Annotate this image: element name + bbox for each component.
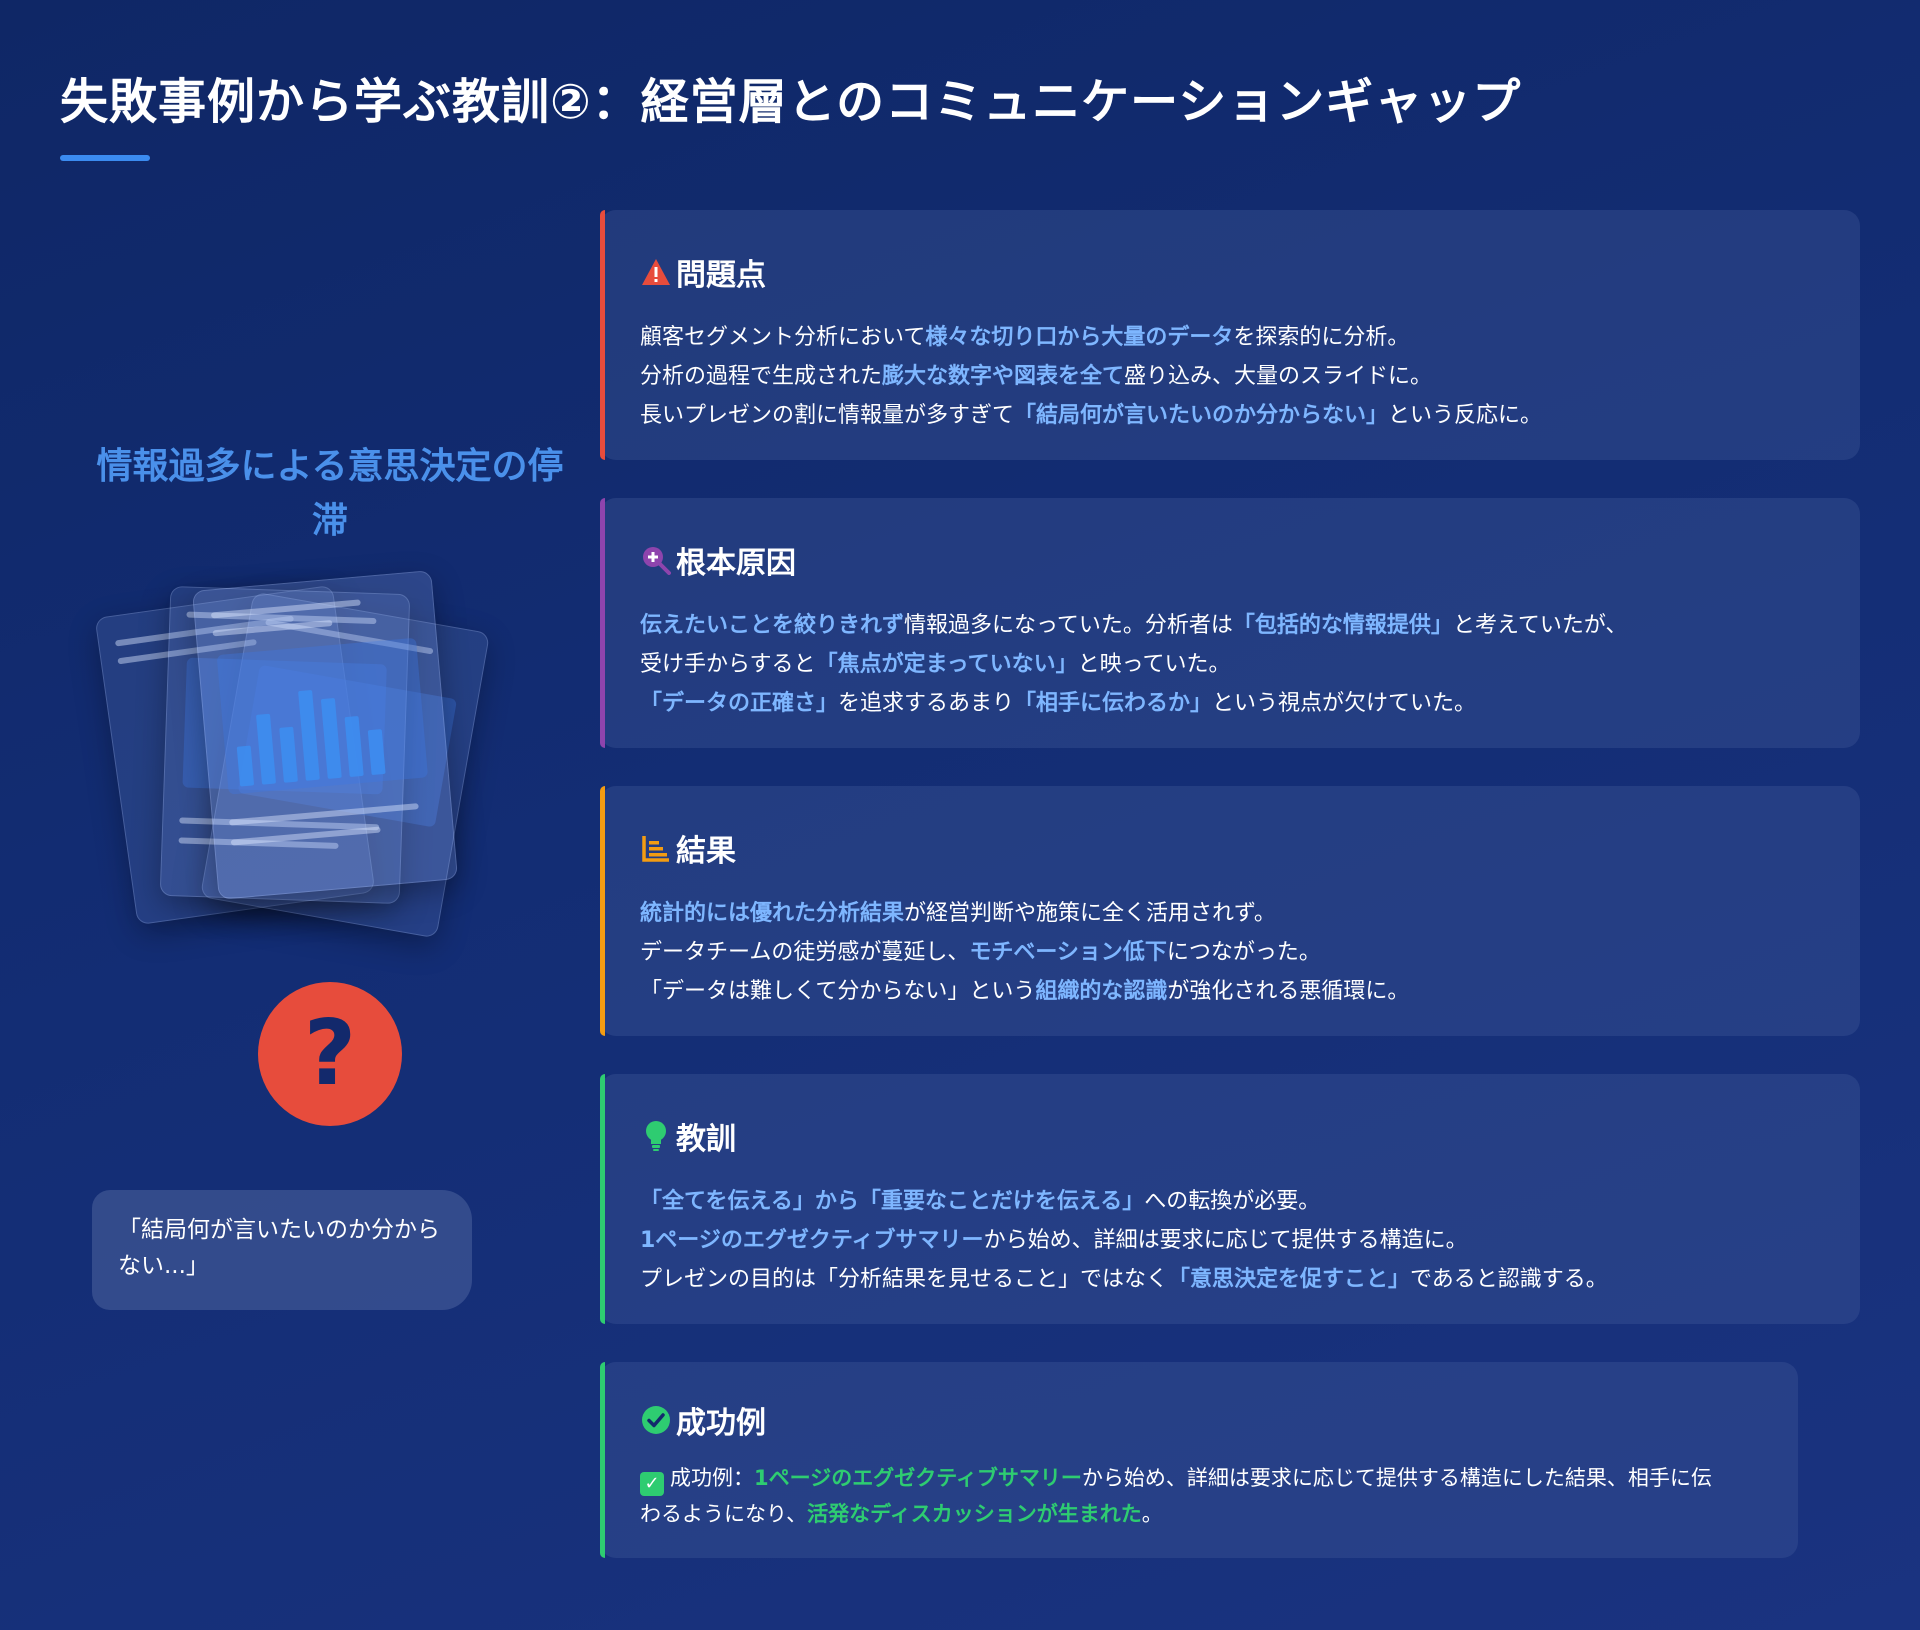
body-line: 顧客セグメント分析において様々な切り口から大量のデータを探索的に分析。 bbox=[640, 318, 1824, 357]
body-line: プレゼンの目的は「分析結果を見せること」ではなく「意思決定を促すこと」であると認… bbox=[640, 1260, 1824, 1299]
text: プレゼンの目的は「分析結果を見せること」ではなく bbox=[640, 1267, 1169, 1292]
text: につながった。 bbox=[1166, 940, 1321, 965]
doc-line bbox=[229, 803, 419, 826]
success-card-body: ✓ 成功例：1ページのエグゼクティブサマリーから始め、詳細は要求に応じて提供する構… bbox=[640, 1460, 1762, 1532]
problem-card-header: 問題点 bbox=[640, 250, 1824, 294]
result-card: 結果 統計的には優れた分析結果が経営判断や施策に全く活用されず。 データチームの… bbox=[600, 786, 1860, 1036]
text: 成功例： bbox=[670, 1466, 754, 1490]
quote-bubble: 「結局何が言いたいのか分からない...」 bbox=[92, 1190, 472, 1310]
text: 「データは難しくて分からない」という bbox=[640, 979, 1036, 1004]
checkbox-icon: ✓ bbox=[640, 1472, 664, 1496]
body-line: 統計的には優れた分析結果が経営判断や施策に全く活用されず。 bbox=[640, 894, 1824, 933]
title-underline bbox=[60, 155, 150, 161]
text: 分析の過程で生成された bbox=[640, 364, 883, 389]
problem-card-body: 顧客セグメント分析において様々な切り口から大量のデータを探索的に分析。 分析の過… bbox=[640, 318, 1824, 435]
doc-line bbox=[230, 826, 381, 846]
warning-icon bbox=[640, 256, 672, 288]
text: 受け手からすると bbox=[640, 652, 816, 677]
success-card-header: 成功例 bbox=[640, 1398, 1762, 1442]
document-stack-illustration bbox=[94, 570, 491, 940]
result-card-title: 結果 bbox=[676, 834, 736, 869]
highlight-text: モチベーション低下 bbox=[969, 940, 1167, 965]
text: 顧客セグメント分析において bbox=[640, 325, 926, 350]
highlight-text: 膨大な数字や図表を全て bbox=[882, 364, 1125, 389]
question-mark-icon: ? bbox=[258, 982, 402, 1126]
root-cause-card-body: 伝えたいことを絞りきれず情報過多になっていた。分析者は「包括的な情報提供」と考え… bbox=[640, 606, 1824, 723]
text: と考えていたが、 bbox=[1452, 613, 1628, 638]
body-line: 1ページのエグゼクティブサマリーから始め、詳細は要求に応じて提供する構造に。 bbox=[640, 1221, 1824, 1260]
check-circle-icon bbox=[640, 1404, 672, 1436]
page-title: 失敗事例から学ぶ教訓②：経営層とのコミュニケーションギャップ bbox=[60, 74, 1522, 130]
highlight-text: 伝えたいことを絞りきれず bbox=[640, 613, 905, 638]
problem-card: 問題点 顧客セグメント分析において様々な切り口から大量のデータを探索的に分析。 … bbox=[600, 210, 1860, 460]
result-card-header: 結果 bbox=[640, 826, 1824, 870]
text: 盛り込み、大量のスライドに。 bbox=[1124, 364, 1433, 389]
text: データチームの徒労感が蔓延し、 bbox=[640, 940, 970, 965]
text: を探索的に分析。 bbox=[1233, 325, 1410, 350]
text: という反応に。 bbox=[1388, 403, 1543, 428]
success-card: 成功例 ✓ 成功例：1ページのエグゼクティブサマリーから始め、詳細は要求に応じて提… bbox=[600, 1362, 1798, 1558]
highlight-text: 「全てを伝える」から「重要なことだけを伝える」 bbox=[640, 1189, 1145, 1214]
problem-card-title: 問題点 bbox=[676, 258, 766, 293]
highlight-text: 統計的には優れた分析結果 bbox=[640, 901, 905, 926]
lesson-card-title: 教訓 bbox=[676, 1122, 736, 1157]
success-card-title: 成功例 bbox=[676, 1406, 766, 1441]
question-mark-glyph: ? bbox=[303, 1001, 357, 1106]
text: への転換が必要。 bbox=[1144, 1189, 1321, 1214]
highlight-text: 様々な切り口から大量のデータ bbox=[925, 325, 1234, 350]
text: という視点が欠けていた。 bbox=[1212, 691, 1477, 716]
root-cause-card: 根本原因 伝えたいことを絞りきれず情報過多になっていた。分析者は「包括的な情報提… bbox=[600, 498, 1860, 748]
text: から始め、詳細は要求に応じて提供する構造に。 bbox=[983, 1228, 1468, 1253]
highlight-text: 1ページのエグゼクティブサマリー bbox=[640, 1228, 984, 1253]
highlight-text: 「包括的な情報提供」 bbox=[1232, 613, 1453, 638]
left-heading: 情報過多による意思決定の停滞 bbox=[96, 446, 564, 541]
text: 長いプレゼンの割に情報量が多すぎて bbox=[640, 403, 1015, 428]
doc-card bbox=[191, 570, 459, 900]
text: が経営判断や施策に全く活用されず。 bbox=[904, 901, 1276, 926]
highlight-text: 組織的な認識 bbox=[1035, 979, 1168, 1004]
body-line: 「全てを伝える」から「重要なことだけを伝える」への転換が必要。 bbox=[640, 1182, 1824, 1221]
body-line: 伝えたいことを絞りきれず情報過多になっていた。分析者は「包括的な情報提供」と考え… bbox=[640, 606, 1824, 645]
text: と映っていた。 bbox=[1077, 652, 1231, 677]
text: 。 bbox=[1141, 1502, 1163, 1526]
doc-line bbox=[210, 599, 361, 619]
body-line: 「データは難しくて分からない」という組織的な認識が強化される悪循環に。 bbox=[640, 972, 1824, 1011]
highlight-text: 「データの正確さ」 bbox=[640, 691, 839, 716]
highlight-text: 「意思決定を促すこと」 bbox=[1168, 1267, 1411, 1292]
highlight-text: 「焦点が定まっていない」 bbox=[815, 652, 1078, 677]
text: を追求するあまり bbox=[838, 691, 1015, 716]
highlight-text: 「相手に伝わるか」 bbox=[1014, 691, 1213, 716]
body-line: 長いプレゼンの割に情報量が多すぎて「結局何が言いたいのか分からない」という反応に… bbox=[640, 396, 1824, 435]
highlight-text: 活発なディスカッションが生まれた bbox=[807, 1502, 1142, 1526]
text: 情報過多になっていた。分析者は bbox=[904, 613, 1233, 638]
chart-icon bbox=[640, 832, 672, 864]
body-line: 「データの正確さ」を追求するあまり「相手に伝わるか」という視点が欠けていた。 bbox=[640, 684, 1824, 723]
root-cause-card-header: 根本原因 bbox=[640, 538, 1824, 582]
doc-line bbox=[212, 619, 333, 637]
body-line: 分析の過程で生成された膨大な数字や図表を全て盛り込み、大量のスライドに。 bbox=[640, 357, 1824, 396]
lightbulb-icon bbox=[640, 1120, 672, 1152]
highlight-text: 「結局何が言いたいのか分からない」 bbox=[1014, 403, 1389, 428]
text: が強化される悪循環に。 bbox=[1167, 979, 1410, 1004]
root-cause-card-title: 根本原因 bbox=[676, 546, 796, 581]
lesson-card-body: 「全てを伝える」から「重要なことだけを伝える」への転換が必要。 1ページのエグゼ… bbox=[640, 1182, 1824, 1299]
text: であると認識する。 bbox=[1410, 1267, 1608, 1292]
body-line: データチームの徒労感が蔓延し、モチベーション低下につながった。 bbox=[640, 933, 1824, 972]
body-line: 受け手からすると「焦点が定まっていない」と映っていた。 bbox=[640, 645, 1824, 684]
magnifier-icon bbox=[640, 544, 672, 576]
result-card-body: 統計的には優れた分析結果が経営判断や施策に全く活用されず。 データチームの徒労感… bbox=[640, 894, 1824, 1011]
highlight-text: 1ページのエグゼクティブサマリー bbox=[754, 1466, 1082, 1490]
lesson-card-header: 教訓 bbox=[640, 1114, 1824, 1158]
lesson-card: 教訓 「全てを伝える」から「重要なことだけを伝える」への転換が必要。 1ページの… bbox=[600, 1074, 1860, 1324]
